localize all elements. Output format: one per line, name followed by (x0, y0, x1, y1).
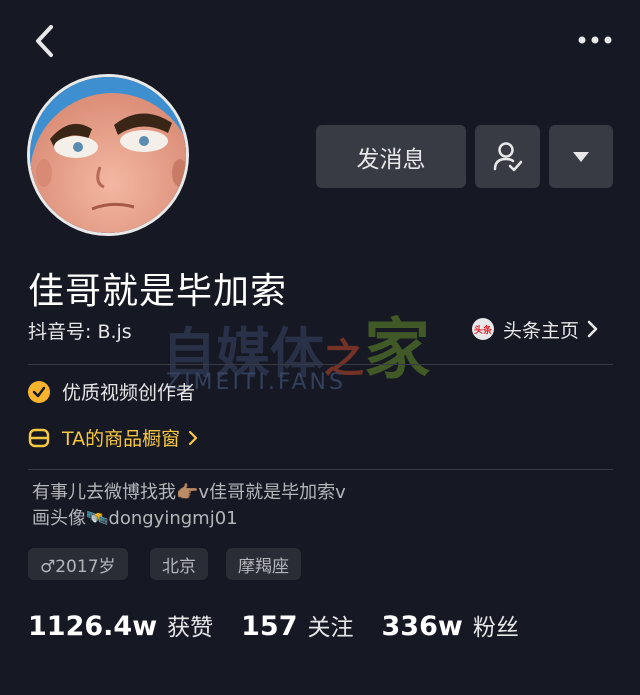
dropdown-triangle-icon (573, 151, 589, 162)
verified-check-icon (28, 380, 50, 403)
location-tag: 北京 (150, 548, 208, 580)
bio-line-1: 有事儿去微博找我👉🏽v佳哥就是毕加索v (32, 482, 346, 503)
send-message-button[interactable]: 发消息 (316, 125, 466, 188)
chevron-right-icon (189, 430, 198, 445)
shop-window-link[interactable]: TA的商品橱窗 (28, 424, 198, 451)
creator-badge-label: 优质视频创作者 (62, 382, 196, 404)
chevron-right-icon (587, 320, 598, 338)
divider (28, 364, 613, 365)
recommend-dropdown-button[interactable] (549, 125, 613, 188)
send-message-label: 发消息 (356, 146, 426, 173)
watermark-part1: 自媒体 (162, 322, 324, 385)
divider (28, 469, 613, 470)
toutiao-homepage-link[interactable]: 头条 头条主页 (472, 314, 599, 344)
likes-count: 1126.4w (28, 611, 158, 642)
avatar-cartoon-face (30, 77, 186, 233)
watermark-part2: 之 (324, 336, 364, 382)
stats-row: 1126.4w 获赞 157 关注 336w 粉丝 (28, 608, 547, 642)
back-chevron-icon (36, 25, 53, 57)
bio: 有事儿去微博找我👉🏽v佳哥就是毕加索v 画头像🛰️dongyingmj01 (32, 480, 592, 532)
toutiao-icon: 头条 (472, 318, 494, 340)
creator-badge-row: 优质视频创作者 (28, 378, 195, 405)
profile-name: 佳哥就是毕加索 (28, 271, 288, 312)
shop-icon (28, 428, 50, 447)
following-count[interactable]: 157 (241, 611, 297, 642)
followers-count[interactable]: 336w (382, 611, 463, 642)
follow-user-icon (493, 141, 522, 171)
shop-window-label: TA的商品橱窗 (62, 428, 181, 450)
bio-line-2: 画头像🛰️dongyingmj01 (32, 508, 238, 529)
follow-button[interactable] (475, 125, 540, 188)
likes-label: 获赞 (167, 615, 214, 641)
following-label[interactable]: 关注 (308, 608, 354, 642)
more-dots-icon (578, 36, 612, 44)
toutiao-label: 头条主页 (503, 319, 580, 342)
more-button[interactable] (576, 30, 616, 50)
douyin-id: 抖音号: B.js (28, 321, 132, 343)
constellation-tag: 摩羯座 (226, 548, 301, 580)
avatar[interactable] (27, 74, 189, 236)
followers-label[interactable]: 粉丝 (473, 608, 519, 642)
back-button[interactable] (30, 24, 60, 58)
toutiao-badge-text: 头条 (473, 325, 492, 336)
gender-age-tag: ♂2017岁 (28, 548, 128, 580)
watermark-part3: 家 (364, 311, 430, 388)
